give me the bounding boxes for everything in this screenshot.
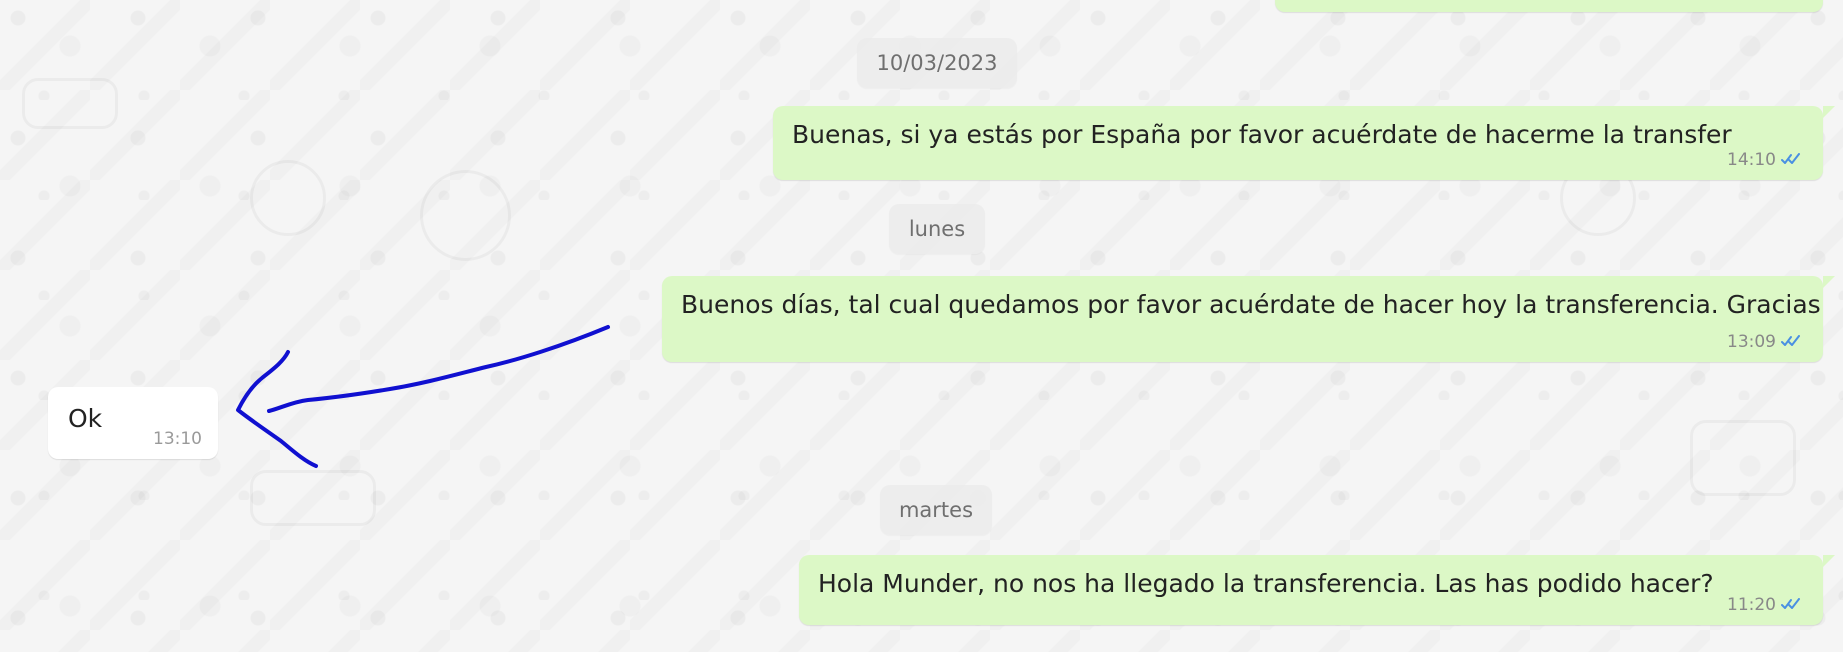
message-time: 13:10: [153, 429, 202, 449]
date-separator: 10/03/2023: [857, 38, 1017, 88]
background-doodle: [22, 78, 118, 129]
message-text: Buenos días, tal cual quedamos por favor…: [681, 290, 1821, 319]
message-meta: 13:09: [1727, 332, 1805, 352]
double-check-icon: [1781, 598, 1800, 609]
message-meta: 13:10: [153, 429, 202, 449]
message-meta: 11:20: [1727, 595, 1805, 615]
message-meta: 14:10: [1727, 150, 1805, 170]
message-text: Hola Munder, no nos ha llegado la transf…: [818, 569, 1714, 598]
date-separator: martes: [880, 485, 992, 535]
date-separator: lunes: [889, 204, 985, 254]
background-doodle: [250, 470, 376, 526]
message-text: Ok: [68, 404, 103, 433]
message-bubble-outgoing[interactable]: Buenos días, tal cual quedamos por favor…: [662, 276, 1835, 362]
double-check-icon: [1781, 153, 1800, 164]
chat-background: 10/03/2023 Buenas, si ya estás por Españ…: [0, 0, 1843, 652]
message-time: 11:20: [1727, 595, 1776, 615]
message-bubble-outgoing[interactable]: Buenas, si ya estás por España por favor…: [773, 106, 1835, 180]
message-bubble-outgoing[interactable]: Hola Munder, no nos ha llegado la transf…: [799, 555, 1835, 625]
date-separator-label: lunes: [908, 217, 966, 241]
background-doodle: [1690, 420, 1796, 496]
background-doodle: [250, 160, 326, 236]
double-check-icon: [1781, 335, 1800, 346]
background-doodle: [420, 170, 511, 261]
message-time: 13:09: [1727, 332, 1776, 352]
previous-message-bubble[interactable]: [1275, 0, 1823, 12]
date-separator-label: martes: [898, 498, 974, 522]
date-separator-label: 10/03/2023: [876, 51, 998, 75]
message-bubble-incoming[interactable]: Ok 13:10: [48, 387, 218, 459]
message-time: 14:10: [1727, 150, 1776, 170]
message-text: Buenas, si ya estás por España por favor…: [792, 120, 1732, 149]
